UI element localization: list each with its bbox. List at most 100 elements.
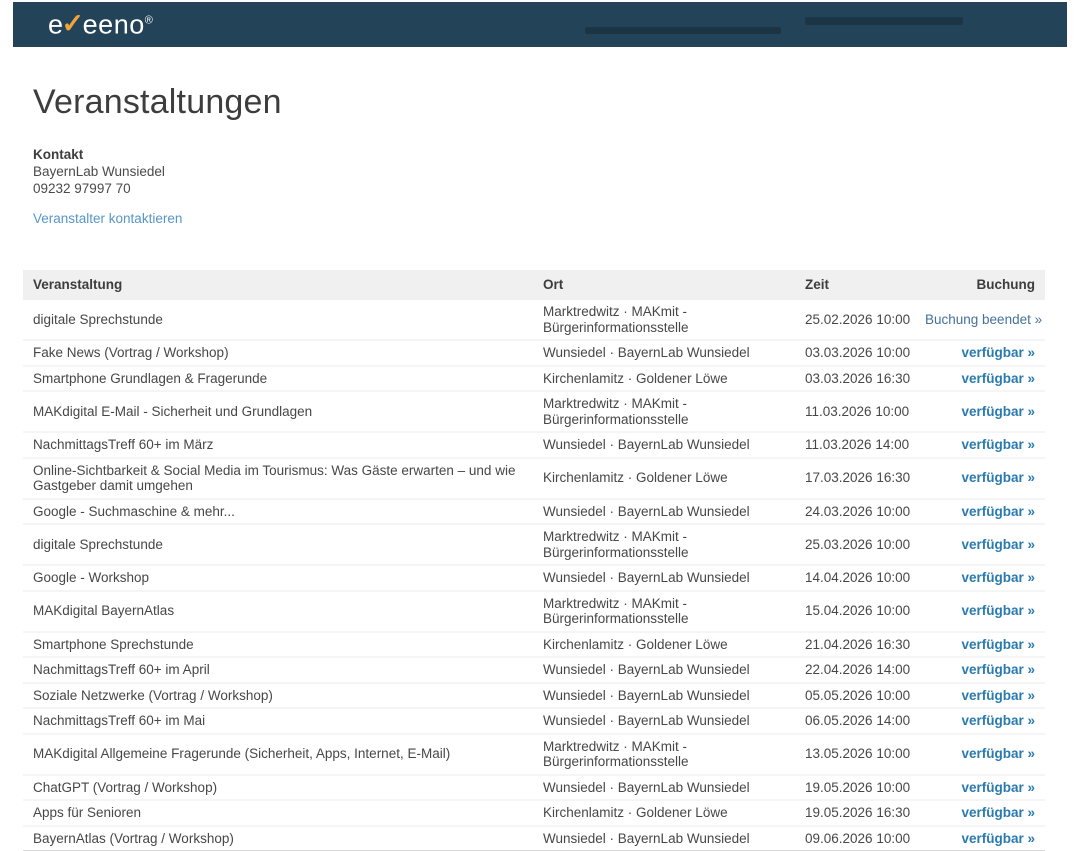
event-row: MAKdigital Allgemeine Fragerunde (Sicher… xyxy=(23,734,1045,775)
event-time-cell: 19.05.2026 10:00 xyxy=(795,775,915,801)
event-time-cell: 17.03.2026 16:30 xyxy=(795,458,915,499)
booking-available-link[interactable]: verfügbar » xyxy=(961,746,1035,761)
event-location-cell: Marktredwitz · MAKmit - Bürgerinformatio… xyxy=(533,734,795,775)
booking-available-link[interactable]: verfügbar » xyxy=(961,780,1035,795)
page-title: Veranstaltungen xyxy=(33,83,1045,122)
event-title-cell: Online-Sichtbarkeit & Social Media im To… xyxy=(23,458,533,499)
events-table-header: Veranstaltung Ort Zeit Buchung xyxy=(23,270,1045,300)
event-row: Google - WorkshopWunsiedel · BayernLab W… xyxy=(23,565,1045,591)
event-time-cell: 21.04.2026 16:30 xyxy=(795,632,915,658)
event-booking-cell: verfügbar » xyxy=(915,683,1045,709)
event-time-cell: 15.04.2026 10:00 xyxy=(795,591,915,632)
event-row: Apps für SeniorenKirchenlamitz · Goldene… xyxy=(23,800,1045,826)
event-time-cell: 19.05.2026 16:30 xyxy=(795,800,915,826)
booking-available-link[interactable]: verfügbar » xyxy=(961,570,1035,585)
booking-available-link[interactable]: verfügbar » xyxy=(961,713,1035,728)
event-booking-cell: verfügbar » xyxy=(915,524,1045,565)
events-table-body: digitale SprechstundeMarktredwitz · MAKm… xyxy=(23,300,1045,851)
registered-trademark-symbol: ® xyxy=(145,14,154,26)
event-location-cell: Wunsiedel · BayernLab Wunsiedel xyxy=(533,708,795,734)
event-title-cell: Soziale Netzwerke (Vortrag / Workshop) xyxy=(23,683,533,709)
event-booking-cell: verfügbar » xyxy=(915,591,1045,632)
event-time-cell: 09.06.2026 10:00 xyxy=(795,826,915,851)
event-location-cell: Wunsiedel · BayernLab Wunsiedel xyxy=(533,826,795,851)
event-row: NachmittagsTreff 60+ im MärzWunsiedel · … xyxy=(23,432,1045,458)
event-row: Google - Suchmaschine & mehr...Wunsiedel… xyxy=(23,499,1045,525)
booking-available-link[interactable]: verfügbar » xyxy=(961,371,1035,386)
event-time-cell: 03.03.2026 10:00 xyxy=(795,340,915,366)
event-location-cell: Kirchenlamitz · Goldener Löwe xyxy=(533,458,795,499)
events-table: Veranstaltung Ort Zeit Buchung digitale … xyxy=(23,270,1045,851)
contact-heading: Kontakt xyxy=(33,146,1045,163)
event-booking-cell: verfügbar » xyxy=(915,826,1045,851)
event-row: NachmittagsTreff 60+ im MaiWunsiedel · B… xyxy=(23,708,1045,734)
event-title-cell: Smartphone Grundlagen & Fragerunde xyxy=(23,366,533,392)
event-booking-cell: verfügbar » xyxy=(915,800,1045,826)
column-header-time: Zeit xyxy=(795,270,915,300)
booking-available-link[interactable]: verfügbar » xyxy=(961,603,1035,618)
event-booking-cell: verfügbar » xyxy=(915,708,1045,734)
checkmark-icon: ✓ xyxy=(62,10,85,37)
event-location-cell: Kirchenlamitz · Goldener Löwe xyxy=(533,800,795,826)
event-time-cell: 13.05.2026 10:00 xyxy=(795,734,915,775)
booking-available-link[interactable]: verfügbar » xyxy=(961,637,1035,652)
booking-available-link[interactable]: verfügbar » xyxy=(961,537,1035,552)
header-faint-text-left xyxy=(585,27,781,34)
event-title-cell: MAKdigital E-Mail - Sicherheit und Grund… xyxy=(23,391,533,432)
booking-available-link[interactable]: verfügbar » xyxy=(961,805,1035,820)
event-title-cell: Apps für Senioren xyxy=(23,800,533,826)
booking-available-link[interactable]: verfügbar » xyxy=(961,831,1035,846)
event-title-cell: MAKdigital BayernAtlas xyxy=(23,591,533,632)
event-row: MAKdigital E-Mail - Sicherheit und Grund… xyxy=(23,391,1045,432)
event-booking-cell: verfügbar » xyxy=(915,340,1045,366)
logo-text-post: eeno xyxy=(83,9,145,39)
event-row: Smartphone Grundlagen & FragerundeKirche… xyxy=(23,366,1045,392)
event-row: Smartphone SprechstundeKirchenlamitz · G… xyxy=(23,632,1045,658)
eveeno-logo[interactable]: e✓eeno® xyxy=(48,11,153,38)
event-booking-cell: Buchung beendet » xyxy=(915,300,1045,340)
event-booking-cell: verfügbar » xyxy=(915,432,1045,458)
column-header-location: Ort xyxy=(533,270,795,300)
booking-available-link[interactable]: verfügbar » xyxy=(961,504,1035,519)
event-row: digitale SprechstundeMarktredwitz · MAKm… xyxy=(23,300,1045,340)
booking-available-link[interactable]: verfügbar » xyxy=(961,688,1035,703)
event-title-cell: ChatGPT (Vortrag / Workshop) xyxy=(23,775,533,801)
booking-ended-link[interactable]: Buchung beendet » xyxy=(925,312,1042,327)
event-location-cell: Wunsiedel · BayernLab Wunsiedel xyxy=(533,683,795,709)
event-title-cell: Google - Workshop xyxy=(23,565,533,591)
event-time-cell: 05.05.2026 10:00 xyxy=(795,683,915,709)
event-time-cell: 11.03.2026 10:00 xyxy=(795,391,915,432)
column-header-event: Veranstaltung xyxy=(23,270,533,300)
booking-available-link[interactable]: verfügbar » xyxy=(961,437,1035,452)
contact-block: Kontakt BayernLab Wunsiedel 09232 97997 … xyxy=(33,146,1045,197)
booking-available-link[interactable]: verfügbar » xyxy=(961,404,1035,419)
event-row: NachmittagsTreff 60+ im AprilWunsiedel ·… xyxy=(23,657,1045,683)
contact-organizer-link[interactable]: Veranstalter kontaktieren xyxy=(33,211,182,226)
event-booking-cell: verfügbar » xyxy=(915,366,1045,392)
event-time-cell: 22.04.2026 14:00 xyxy=(795,657,915,683)
event-time-cell: 14.04.2026 10:00 xyxy=(795,565,915,591)
event-location-cell: Wunsiedel · BayernLab Wunsiedel xyxy=(533,432,795,458)
event-time-cell: 25.03.2026 10:00 xyxy=(795,524,915,565)
contact-organizer: BayernLab Wunsiedel xyxy=(33,163,1045,180)
event-title-cell: NachmittagsTreff 60+ im März xyxy=(23,432,533,458)
event-booking-cell: verfügbar » xyxy=(915,657,1045,683)
event-time-cell: 24.03.2026 10:00 xyxy=(795,499,915,525)
booking-available-link[interactable]: verfügbar » xyxy=(961,470,1035,485)
event-booking-cell: verfügbar » xyxy=(915,458,1045,499)
event-title-cell: BayernAtlas (Vortrag / Workshop) xyxy=(23,826,533,851)
booking-available-link[interactable]: verfügbar » xyxy=(961,662,1035,677)
event-row: Soziale Netzwerke (Vortrag / Workshop)Wu… xyxy=(23,683,1045,709)
event-location-cell: Kirchenlamitz · Goldener Löwe xyxy=(533,632,795,658)
event-row: digitale SprechstundeMarktredwitz · MAKm… xyxy=(23,524,1045,565)
event-booking-cell: verfügbar » xyxy=(915,632,1045,658)
event-location-cell: Wunsiedel · BayernLab Wunsiedel xyxy=(533,657,795,683)
event-location-cell: Wunsiedel · BayernLab Wunsiedel xyxy=(533,499,795,525)
main-content: Veranstaltungen Kontakt BayernLab Wunsie… xyxy=(23,83,1045,851)
booking-available-link[interactable]: verfügbar » xyxy=(961,345,1035,360)
event-location-cell: Wunsiedel · BayernLab Wunsiedel xyxy=(533,565,795,591)
event-location-cell: Kirchenlamitz · Goldener Löwe xyxy=(533,366,795,392)
contact-phone: 09232 97997 70 xyxy=(33,180,1045,197)
event-booking-cell: verfügbar » xyxy=(915,499,1045,525)
event-booking-cell: verfügbar » xyxy=(915,775,1045,801)
